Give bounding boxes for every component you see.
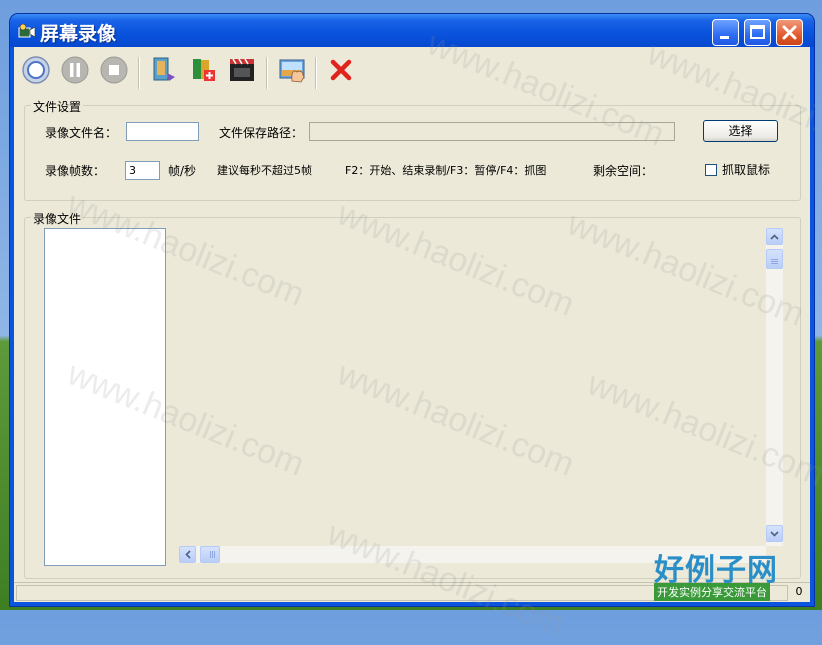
open-file-icon (153, 57, 175, 81)
fps-input[interactable]: 3 (125, 161, 160, 180)
chevron-up-icon (770, 233, 779, 240)
toolbar (14, 47, 810, 97)
add-file-icon (193, 59, 215, 81)
status-pane-main (16, 585, 788, 601)
close-button[interactable] (776, 19, 803, 46)
add-file-button[interactable] (186, 53, 220, 87)
scroll-left-button[interactable] (179, 546, 196, 563)
minimize-icon (720, 36, 729, 39)
toolbar-separator (266, 57, 267, 89)
record-file-list[interactable] (44, 228, 166, 566)
hand-image-icon (279, 59, 305, 83)
exit-button[interactable] (324, 53, 358, 87)
toolbar-separator (315, 57, 316, 89)
red-x-icon (330, 59, 352, 81)
minimize-button[interactable] (712, 19, 739, 46)
fps-unit: 帧/秒 (168, 164, 197, 178)
close-icon (782, 25, 797, 40)
pause-icon (61, 56, 89, 84)
grip-icon (771, 258, 778, 260)
record-icon (22, 56, 50, 84)
play-video-button[interactable] (225, 53, 259, 87)
status-count: 0 (795, 585, 803, 598)
horizontal-scroll-thumb[interactable] (200, 546, 220, 563)
stop-button[interactable] (97, 53, 131, 87)
browse-button[interactable]: 选择 (703, 120, 778, 142)
toolbar-separator (138, 57, 139, 89)
record-files-title: 录像文件 (31, 210, 84, 227)
record-files-group: 录像文件 (24, 210, 801, 579)
capture-region-button[interactable] (276, 53, 310, 87)
maximize-icon (750, 25, 765, 39)
scroll-up-button[interactable] (766, 228, 783, 245)
app-icon (18, 23, 36, 38)
pause-button[interactable] (58, 53, 92, 87)
chevron-left-icon (184, 550, 191, 559)
free-space-label: 剩余空间： (593, 164, 654, 178)
capture-mouse-label: 抓取鼠标 (722, 163, 771, 177)
save-path-label: 文件保存路径： (219, 126, 304, 140)
save-path-field[interactable] (309, 122, 675, 141)
fps-label: 录像帧数： (45, 164, 106, 178)
stop-icon (100, 56, 128, 84)
scroll-down-button[interactable] (766, 525, 783, 542)
window-title: 屏幕录像 (40, 23, 117, 45)
vertical-scrollbar[interactable] (766, 228, 783, 546)
film-clapper-icon (230, 58, 254, 81)
grip-icon (209, 551, 211, 558)
filename-label: 录像文件名： (45, 126, 118, 140)
file-settings-group: 文件设置 录像文件名： 文件保存路径： 选择 录像帧数： 3 帧/秒 建议每秒不… (24, 98, 801, 201)
fps-hint: 建议每秒不超过5帧 (217, 164, 312, 177)
open-file-button[interactable] (146, 53, 180, 87)
maximize-button[interactable] (744, 19, 771, 46)
hotkey-hint: F2：开始、结束录制/F3：暂停/F4：抓图 (345, 164, 547, 177)
title-bar[interactable]: 屏幕录像 (10, 14, 814, 47)
status-bar: 0 (14, 582, 810, 602)
vertical-scroll-thumb[interactable] (766, 249, 783, 269)
chevron-down-icon (770, 530, 779, 537)
capture-mouse-checkbox[interactable] (705, 164, 717, 176)
record-button[interactable] (19, 53, 53, 87)
horizontal-scrollbar[interactable] (179, 546, 766, 563)
file-settings-title: 文件设置 (31, 98, 84, 115)
client-area: 文件设置 录像文件名： 文件保存路径： 选择 录像帧数： 3 帧/秒 建议每秒不… (14, 47, 810, 602)
app-window: 屏幕录像 文件设置 录像文件名： 文件保存路径： 选择 录像帧数： 3 帧/秒 … (10, 14, 814, 606)
filename-input[interactable] (126, 122, 199, 141)
